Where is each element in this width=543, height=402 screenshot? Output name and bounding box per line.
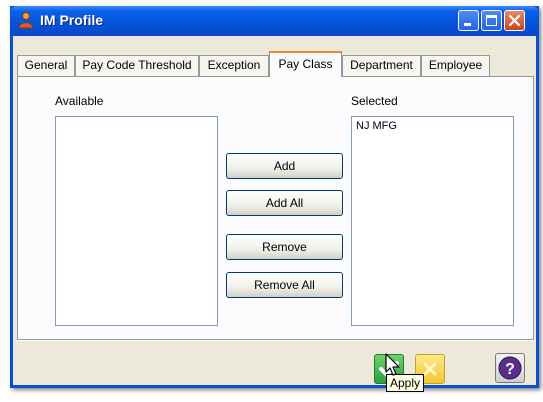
remove-all-button[interactable]: Remove All xyxy=(226,272,343,298)
maximize-button[interactable] xyxy=(481,10,502,31)
svg-text:?: ? xyxy=(505,361,515,378)
tab-department[interactable]: Department xyxy=(342,55,421,76)
title-bar[interactable]: IM Profile xyxy=(10,6,539,36)
maximize-icon xyxy=(486,15,497,26)
available-label: Available xyxy=(55,94,104,108)
selected-list[interactable]: NJ MFG xyxy=(351,116,514,326)
remove-button[interactable]: Remove xyxy=(226,234,343,260)
close-button[interactable] xyxy=(504,10,525,31)
close-icon xyxy=(508,14,521,27)
tab-general[interactable]: General xyxy=(17,55,75,76)
add-button[interactable]: Add xyxy=(226,153,343,179)
tab-employee[interactable]: Employee xyxy=(421,55,490,76)
help-icon: ? xyxy=(498,356,522,380)
mouse-cursor-icon xyxy=(385,353,400,376)
available-list[interactable] xyxy=(55,116,218,326)
im-profile-window: IM Profile General Pay Code Threshold Ex… xyxy=(10,6,539,388)
help-button[interactable]: ? xyxy=(495,353,525,383)
dialog-footer: ? xyxy=(17,340,534,385)
tab-pay-code-threshold[interactable]: Pay Code Threshold xyxy=(75,55,199,76)
minimize-button[interactable] xyxy=(458,10,479,31)
minimize-icon xyxy=(464,23,471,26)
tab-exception[interactable]: Exception xyxy=(199,55,269,76)
window-title: IM Profile xyxy=(40,12,104,28)
tab-pay-class[interactable]: Pay Class xyxy=(269,51,342,77)
user-group-icon xyxy=(18,12,34,29)
selected-label: Selected xyxy=(351,94,398,108)
list-item[interactable]: NJ MFG xyxy=(352,117,513,135)
add-all-button[interactable]: Add All xyxy=(226,190,343,216)
pay-class-panel: Available Add Add All Remove Remove All … xyxy=(17,76,534,340)
